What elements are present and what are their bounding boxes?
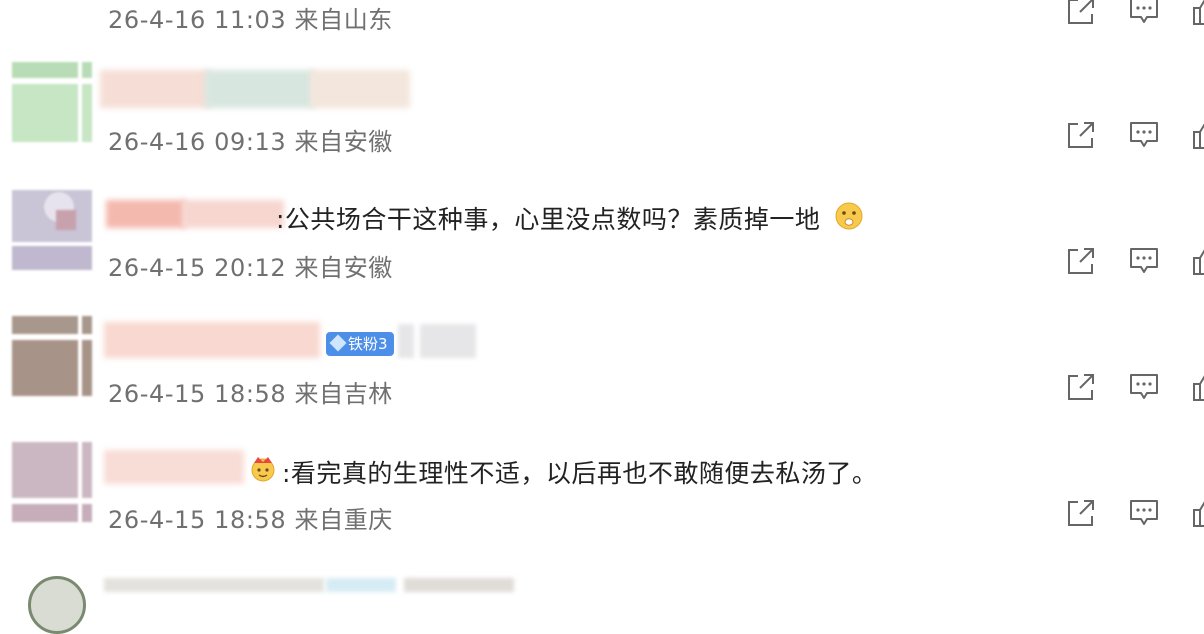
username-blurred[interactable] <box>100 70 410 108</box>
reply-button[interactable] <box>1127 496 1161 530</box>
like-button[interactable] <box>1190 370 1204 404</box>
avatar[interactable] <box>12 442 92 522</box>
badge-blurred <box>398 324 414 358</box>
fan-badge: 铁粉3 <box>326 332 394 356</box>
username-blurred[interactable] <box>106 200 284 228</box>
avatar[interactable] <box>12 190 92 270</box>
avatar[interactable] <box>12 62 92 142</box>
comment-meta: 26-4-16 11:03 来自山东 <box>108 0 393 35</box>
diamond-icon <box>329 334 347 352</box>
share-button[interactable] <box>1064 118 1098 152</box>
share-icon <box>1064 118 1098 152</box>
comment-location: 来自吉林 <box>294 380 393 408</box>
comment-location: 来自安徽 <box>294 254 393 282</box>
comment-icon <box>1127 496 1161 530</box>
username-blurred[interactable] <box>104 322 320 358</box>
comment-item: 26-4-16 11:03 来自山东 <box>0 0 1204 66</box>
avatar[interactable] <box>28 576 86 634</box>
avatar[interactable] <box>12 316 92 396</box>
comment-time: 26-4-15 20:12 <box>108 254 287 282</box>
comment-location: 来自安徽 <box>294 128 393 156</box>
comment-item-partial <box>0 572 1204 634</box>
comment-item: 铁粉3 26-4-15 18:58 来自吉林 <box>0 312 1204 438</box>
text-blurred <box>404 578 514 592</box>
comment-time: 26-4-15 18:58 <box>108 506 287 534</box>
comment-icon <box>1127 370 1161 404</box>
fan-badge-label: 铁粉3 <box>348 335 388 353</box>
reply-button[interactable] <box>1127 0 1161 28</box>
comment-location: 来自重庆 <box>294 506 393 534</box>
comment-item: :公共场合干这种事，心里没点数吗？素质掉一地 26-4-15 20:12 来自安… <box>0 186 1204 312</box>
share-icon <box>1064 370 1098 404</box>
comment-time: 26-4-15 18:58 <box>108 380 287 408</box>
comment-meta: 26-4-16 09:13 来自安徽 <box>108 122 393 157</box>
like-button[interactable] <box>1190 244 1204 278</box>
comment-text: :公共场合干这种事，心里没点数吗？素质掉一地 <box>276 205 821 234</box>
like-icon <box>1190 0 1204 28</box>
like-icon <box>1190 370 1204 404</box>
comment-item: :看完真的生理性不适，以后再也不敢随便去私汤了。 26-4-15 18:58 来… <box>0 438 1204 564</box>
share-icon <box>1064 0 1098 28</box>
like-button[interactable] <box>1190 118 1204 152</box>
comment-time: 26-4-16 09:13 <box>108 128 287 156</box>
badge-blurred <box>326 578 396 592</box>
like-icon <box>1190 118 1204 152</box>
comment-meta: 26-4-15 18:58 来自重庆 <box>108 500 393 535</box>
username-blurred[interactable] <box>104 450 244 484</box>
comment-icon <box>1127 118 1161 152</box>
crown-emoji <box>248 453 278 483</box>
comment-icon <box>1127 0 1161 28</box>
reply-button[interactable] <box>1127 370 1161 404</box>
share-icon <box>1064 496 1098 530</box>
hushed-face-emoji <box>834 201 864 231</box>
share-button[interactable] <box>1064 0 1098 28</box>
share-icon <box>1064 244 1098 278</box>
comment-time: 26-4-16 11:03 <box>108 6 287 34</box>
reply-button[interactable] <box>1127 118 1161 152</box>
comment-text: :看完真的生理性不适，以后再也不敢随便去私汤了。 <box>282 459 878 488</box>
reply-button[interactable] <box>1127 244 1161 278</box>
like-icon <box>1190 244 1204 278</box>
comment-meta: 26-4-15 18:58 来自吉林 <box>108 374 393 409</box>
comment-location: 来自山东 <box>294 6 393 34</box>
share-button[interactable] <box>1064 370 1098 404</box>
like-button[interactable] <box>1190 0 1204 28</box>
share-button[interactable] <box>1064 496 1098 530</box>
like-icon <box>1190 496 1204 530</box>
comment-item: 26-4-16 09:13 来自安徽 <box>0 60 1204 186</box>
comment-icon <box>1127 244 1161 278</box>
username-blurred[interactable] <box>104 578 324 592</box>
share-button[interactable] <box>1064 244 1098 278</box>
badge-blurred <box>420 324 476 358</box>
like-button[interactable] <box>1190 496 1204 530</box>
comment-meta: 26-4-15 20:12 来自安徽 <box>108 248 393 283</box>
